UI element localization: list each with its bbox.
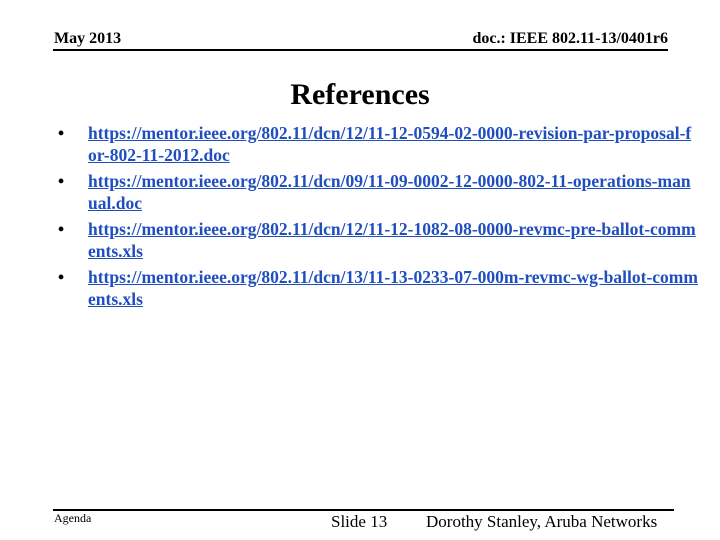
footer-author: Dorothy Stanley, Aruba Networks bbox=[426, 512, 658, 531]
reference-item: • https://mentor.ieee.org/802.11/dcn/12/… bbox=[58, 218, 698, 262]
reference-link[interactable]: https://mentor.ieee.org/802.11/dcn/13/11… bbox=[88, 267, 698, 309]
reference-item: • https://mentor.ieee.org/802.11/dcn/09/… bbox=[58, 170, 698, 214]
footer-section: Agenda bbox=[54, 511, 92, 525]
bullet-icon: • bbox=[58, 267, 65, 287]
slide-title: References bbox=[290, 78, 430, 111]
header-divider bbox=[53, 49, 668, 51]
reference-link[interactable]: https://mentor.ieee.org/802.11/dcn/12/11… bbox=[88, 219, 696, 261]
footer-divider bbox=[53, 509, 674, 511]
reference-link[interactable]: https://mentor.ieee.org/802.11/dcn/09/11… bbox=[88, 171, 691, 213]
bullet-icon: • bbox=[58, 171, 65, 191]
header-date: May 2013 bbox=[54, 30, 122, 47]
footer-slide-number: Slide 13 bbox=[331, 512, 388, 531]
reference-item: • https://mentor.ieee.org/802.11/dcn/12/… bbox=[58, 122, 698, 166]
bullet-icon: • bbox=[58, 219, 65, 239]
header-doc-id: doc.: IEEE 802.11-13/0401r6 bbox=[472, 30, 668, 47]
reference-item: • https://mentor.ieee.org/802.11/dcn/13/… bbox=[58, 266, 698, 310]
bullet-icon: • bbox=[58, 123, 65, 143]
reference-link[interactable]: https://mentor.ieee.org/802.11/dcn/12/11… bbox=[88, 123, 691, 165]
reference-list: • https://mentor.ieee.org/802.11/dcn/12/… bbox=[58, 122, 698, 314]
